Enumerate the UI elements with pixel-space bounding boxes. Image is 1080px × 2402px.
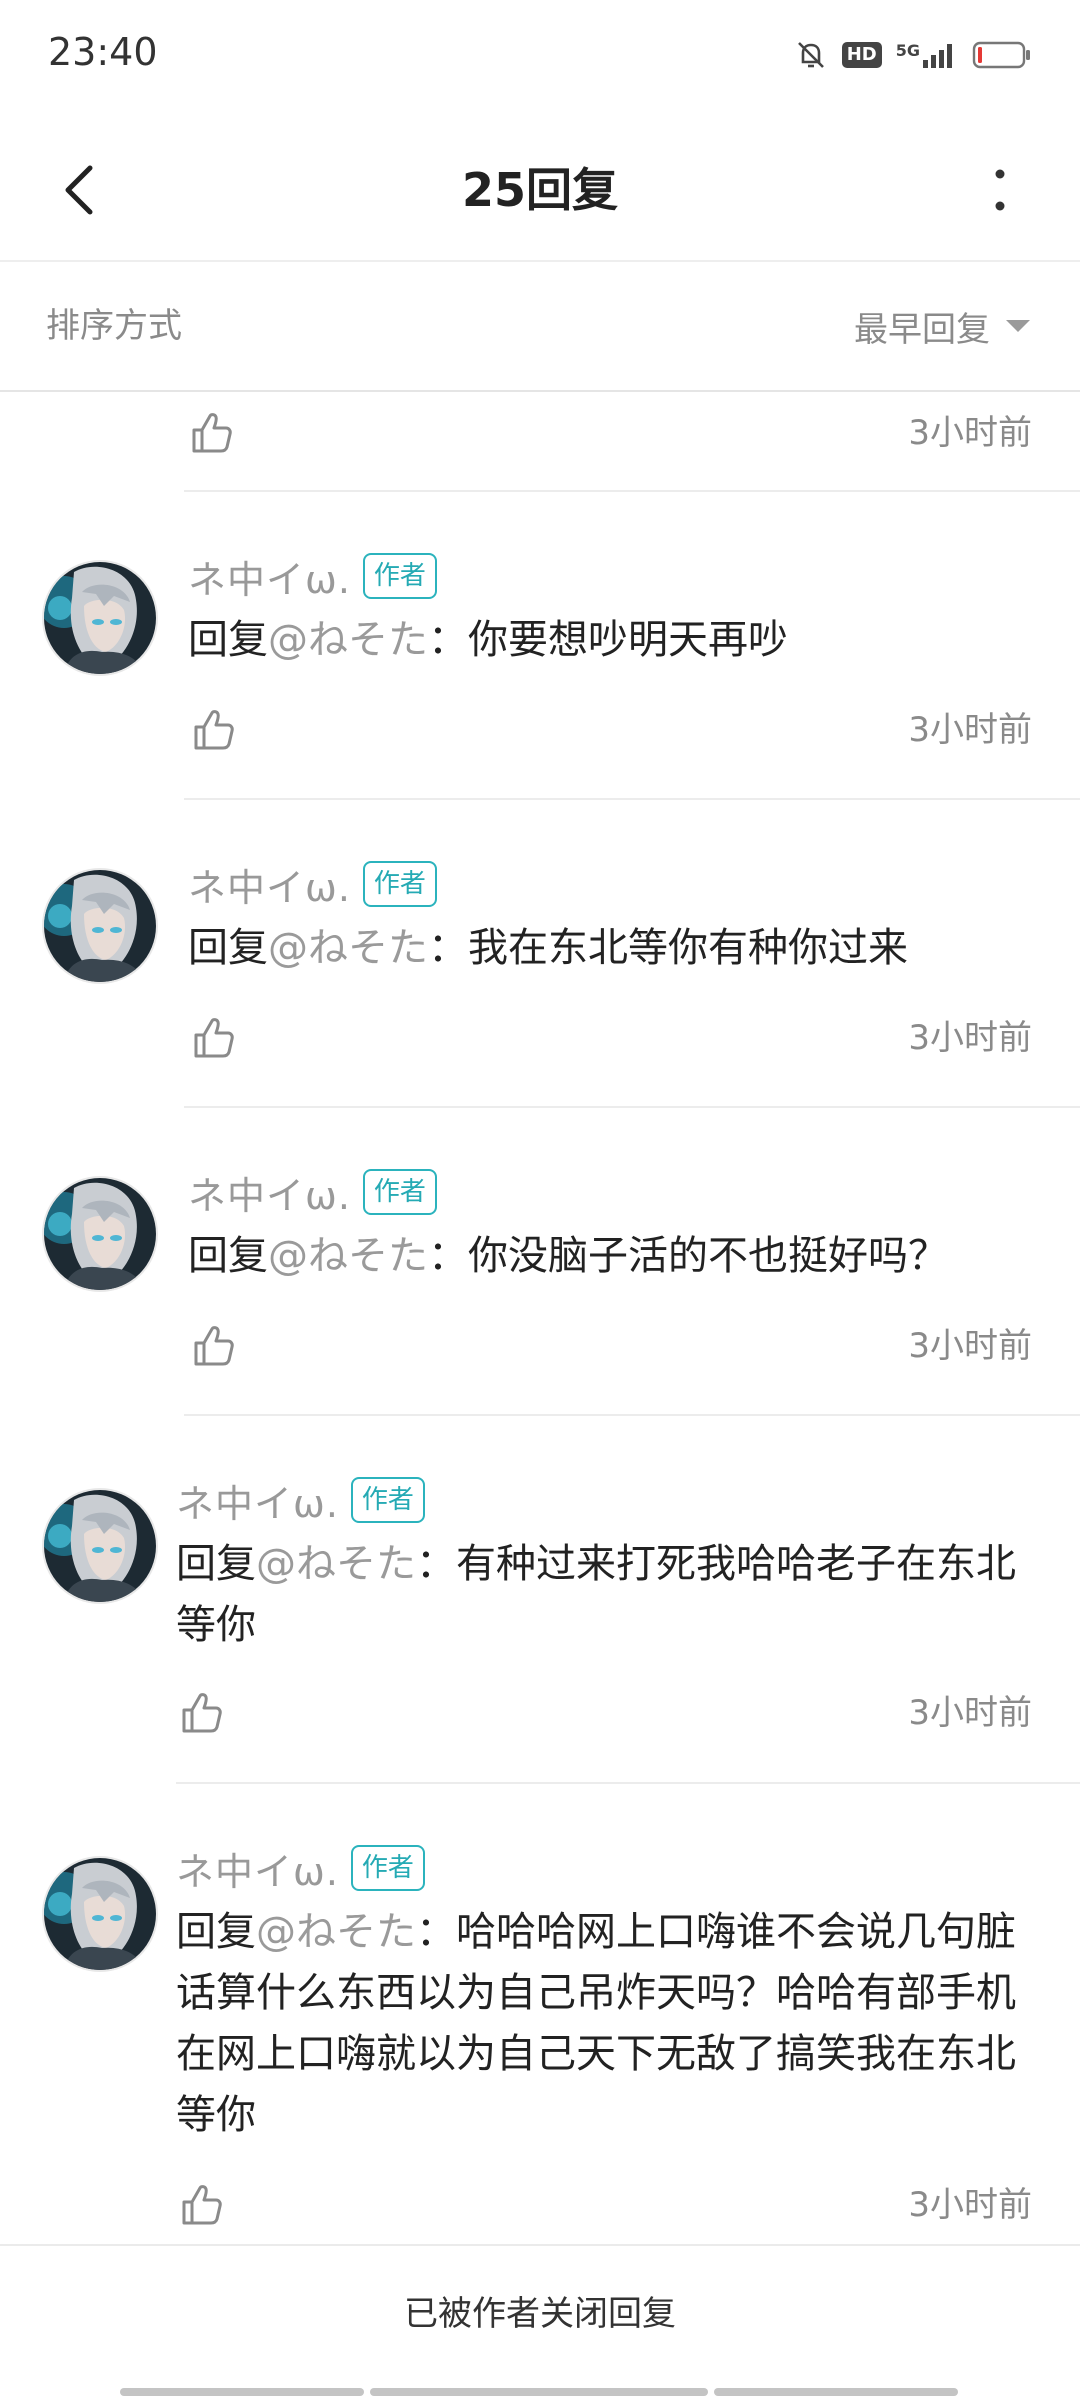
mention-link[interactable]: @ねそた xyxy=(256,1909,416,1955)
avatar[interactable] xyxy=(44,870,156,982)
thumbs-up-icon[interactable] xyxy=(188,1321,238,1371)
battery-icon xyxy=(972,40,1032,70)
mention-link[interactable]: @ねそた xyxy=(268,1233,428,1279)
status-icons: HD 5G xyxy=(794,38,1032,72)
reply-closed-footer: 已被作者关闭回复 xyxy=(0,2244,1080,2402)
author-badge: 作者 xyxy=(362,861,437,907)
reply-time: 3小时前 xyxy=(908,2185,1032,2225)
signal-icon: 5G xyxy=(896,40,958,70)
reply-content: 你要想吵明天再吵 xyxy=(468,617,788,663)
reply-time: 3小时前 xyxy=(908,710,1032,750)
hd-badge: HD xyxy=(841,42,882,68)
avatar[interactable] xyxy=(44,1178,156,1290)
author-badge: 作者 xyxy=(362,1169,437,1215)
author-badge: 作者 xyxy=(350,1477,425,1523)
avatar[interactable] xyxy=(44,1858,156,1970)
reply-text: 回复@ねそた：有种过来打死我哈哈老子在东北等你 xyxy=(176,1534,1032,1656)
reply-prefix: 回复 xyxy=(188,925,268,971)
user-name[interactable]: ネ中イω. xyxy=(176,1841,339,1896)
user-name[interactable]: ネ中イω. xyxy=(176,1473,339,1528)
reply-content: 你没脑子活的不也挺好吗？ xyxy=(468,1233,948,1279)
reply-list[interactable]: 3小时前 ネ中イω. 作者 回复@ねそた：你要想吵明天再吵 3小时前 ネ中イω.… xyxy=(0,392,1080,2244)
sort-label: 排序方式 xyxy=(46,306,182,346)
status-bar: 23:40 HD 5G xyxy=(0,0,1080,110)
reply-time: 3小时前 xyxy=(908,413,1032,453)
thumbs-up-icon[interactable] xyxy=(176,2180,226,2230)
page-title: 25回复 xyxy=(461,163,618,217)
reply-text: 回复@ねそた：哈哈哈网上口嗨谁不会说几句脏话算什么东西以为自己吊炸天吗？哈哈有部… xyxy=(176,1902,1032,2146)
list-item[interactable]: ネ中イω. 作者 回复@ねそた：我在东北等你有种你过来 3小时前 xyxy=(0,800,1080,1108)
reply-text: 回复@ねそた：我在东北等你有种你过来 xyxy=(188,918,1032,979)
user-name[interactable]: ネ中イω. xyxy=(188,1165,351,1220)
reply-prefix: 回复 xyxy=(176,1541,256,1587)
thumbs-up-icon[interactable] xyxy=(176,1688,226,1738)
list-item-partial: 3小时前 xyxy=(0,392,1080,492)
thumbs-up-icon[interactable] xyxy=(186,408,236,458)
status-time: 23:40 xyxy=(48,30,158,74)
mention-link[interactable]: @ねそた xyxy=(268,617,428,663)
sort-bar: 排序方式 最早回复 xyxy=(0,262,1080,392)
home-indicator-left xyxy=(120,2388,364,2396)
sort-value: 最早回复 xyxy=(854,309,990,350)
mention-link[interactable]: @ねそた xyxy=(256,1541,416,1587)
more-button[interactable] xyxy=(960,150,1040,230)
top-nav: 25回复 xyxy=(0,120,1080,262)
user-name[interactable]: ネ中イω. xyxy=(188,857,351,912)
network-label: 5G xyxy=(895,41,920,60)
reply-prefix: 回复 xyxy=(188,617,268,663)
sort-dropdown[interactable]: 最早回复 xyxy=(854,262,1030,390)
list-item[interactable]: ネ中イω. 作者 回复@ねそた：有种过来打死我哈哈老子在东北等你 3小时前 xyxy=(0,1416,1080,1784)
reply-content: 我在东北等你有种你过来 xyxy=(468,925,908,971)
reply-colon: ： xyxy=(428,617,468,663)
mention-link[interactable]: @ねそた xyxy=(268,925,428,971)
reply-time: 3小时前 xyxy=(908,1693,1032,1733)
reply-colon: ： xyxy=(416,1541,456,1587)
author-badge: 作者 xyxy=(350,1845,425,1891)
avatar[interactable] xyxy=(44,562,156,674)
author-badge: 作者 xyxy=(362,553,437,599)
back-arrow-icon xyxy=(65,165,93,215)
reply-colon: ： xyxy=(416,1909,456,1955)
back-button[interactable] xyxy=(40,150,120,230)
avatar[interactable] xyxy=(44,1490,156,1602)
dropdown-arrow-icon xyxy=(1006,320,1030,332)
more-vertical-icon xyxy=(995,169,1005,211)
reply-colon: ： xyxy=(428,925,468,971)
home-indicator-center[interactable] xyxy=(370,2388,708,2396)
user-name[interactable]: ネ中イω. xyxy=(188,549,351,604)
list-item[interactable]: ネ中イω. 作者 回复@ねそた：你要想吵明天再吵 3小时前 xyxy=(0,492,1080,800)
reply-time: 3小时前 xyxy=(908,1326,1032,1366)
replies-closed-notice: 已被作者关闭回复 xyxy=(404,2294,676,2334)
reply-prefix: 回复 xyxy=(176,1909,256,1955)
home-indicator-right xyxy=(714,2388,958,2396)
reply-text: 回复@ねそた：你要想吵明天再吵 xyxy=(188,610,1032,671)
list-item[interactable]: ネ中イω. 作者 回复@ねそた：哈哈哈网上口嗨谁不会说几句脏话算什么东西以为自己… xyxy=(0,1784,1080,2244)
list-item[interactable]: ネ中イω. 作者 回复@ねそた：你没脑子活的不也挺好吗？ 3小时前 xyxy=(0,1108,1080,1416)
thumbs-up-icon[interactable] xyxy=(188,1013,238,1063)
reply-time: 3小时前 xyxy=(908,1018,1032,1058)
reply-colon: ： xyxy=(428,1233,468,1279)
reply-prefix: 回复 xyxy=(188,1233,268,1279)
thumbs-up-icon[interactable] xyxy=(188,705,238,755)
reply-text: 回复@ねそた：你没脑子活的不也挺好吗？ xyxy=(188,1226,1032,1287)
mute-bell-icon xyxy=(794,38,828,72)
